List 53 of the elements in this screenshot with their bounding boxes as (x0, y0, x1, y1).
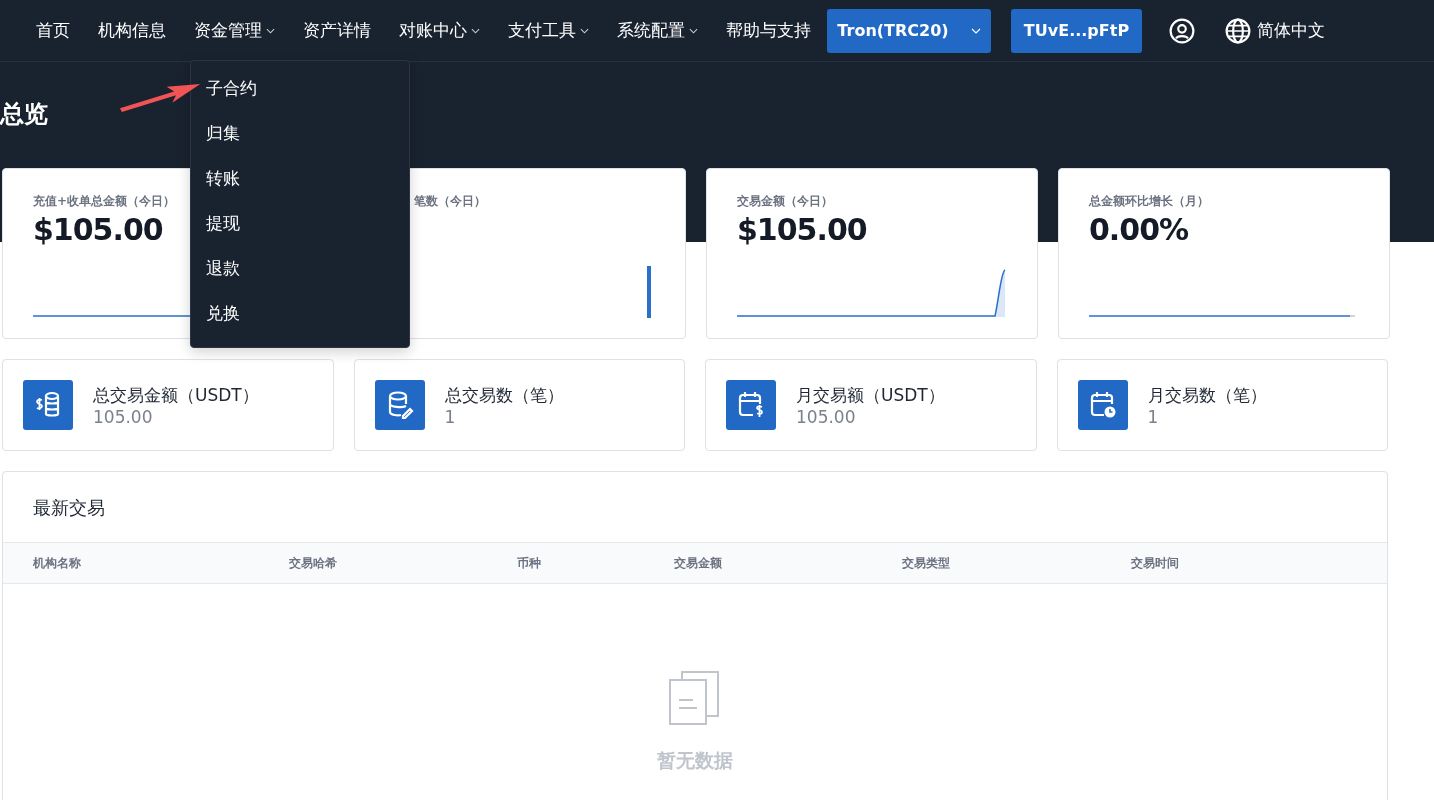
caret-icon (580, 27, 589, 34)
dropdown-menu-item[interactable]: 转账 (191, 161, 409, 206)
page-title: 总览 (0, 99, 48, 130)
summary-icon (374, 380, 425, 430)
summary-value: 105.00 (93, 406, 154, 427)
nav-menu-item[interactable]: 帮助与支持 (712, 19, 825, 42)
nav-menu-item[interactable]: 机构信息 (84, 19, 180, 42)
summary-value: 1 (1147, 406, 1160, 427)
caret-icon (266, 27, 275, 34)
nav-menu-item[interactable]: 系统配置 (603, 19, 712, 42)
column-header: 币种 (517, 555, 541, 570)
dropdown-menu-item[interactable]: 兑换 (191, 296, 409, 341)
stat-value: 0.00% (1089, 212, 1189, 249)
column-header: 交易哈希 (289, 555, 337, 570)
column-header: 交易时间 (1131, 555, 1179, 570)
dropdown-menu-item[interactable]: 退款 (191, 251, 409, 296)
stat-value: $105.00 (33, 212, 163, 249)
summary-label: 总交易金额（USDT） (93, 383, 259, 407)
dropdown-menu-item[interactable]: 提现 (191, 206, 409, 251)
wallet-address-button[interactable]: TUvE...pFtP (1011, 8, 1142, 53)
summary-icon (726, 380, 776, 430)
caret-icon (689, 27, 698, 34)
language-switcher[interactable]: 简体中文 (1225, 17, 1325, 44)
empty-state-text: 暂无数据 (657, 748, 733, 773)
summary-icon (23, 380, 73, 430)
stat-label: 笔数（今日） (413, 193, 487, 210)
stat-label: 总金额环比增长（月） (1089, 193, 1210, 210)
stat-label: 交易金额（今日） (737, 193, 834, 210)
summary-label: 总交易数（笔） (444, 383, 564, 407)
dropdown-menu-item[interactable]: 归集 (191, 116, 409, 161)
nav-menu-item[interactable]: 对账中心 (385, 19, 494, 42)
globe-icon (1225, 17, 1251, 44)
user-icon[interactable] (1169, 17, 1195, 44)
caret-icon (970, 27, 981, 34)
stat-value: $105.00 (737, 212, 867, 249)
summary-icon (1077, 380, 1128, 430)
caret-icon (471, 27, 480, 34)
summary-label: 月交易额（USDT） (796, 383, 945, 407)
nav-menu-item[interactable]: 资金管理 (180, 19, 289, 42)
column-header: 机构名称 (33, 555, 81, 570)
nav-menu-item[interactable]: 支付工具 (494, 19, 603, 42)
dropdown-menu-item[interactable]: 子合约 (191, 71, 409, 116)
network-select[interactable]: Tron(TRC20) (827, 8, 991, 53)
panel-title: 最新交易 (32, 496, 106, 520)
column-header: 交易金额 (674, 555, 722, 570)
summary-label: 月交易数（笔） (1147, 383, 1267, 407)
summary-value: 105.00 (796, 406, 857, 427)
summary-value: 1 (444, 406, 457, 427)
nav-menu-item[interactable]: 首页 (22, 19, 84, 42)
nav-menu-item[interactable]: 资产详情 (289, 19, 385, 42)
column-header: 交易类型 (902, 555, 950, 570)
stat-label: 充值+收单总金额（今日） (33, 193, 177, 210)
sparkline (647, 266, 651, 318)
